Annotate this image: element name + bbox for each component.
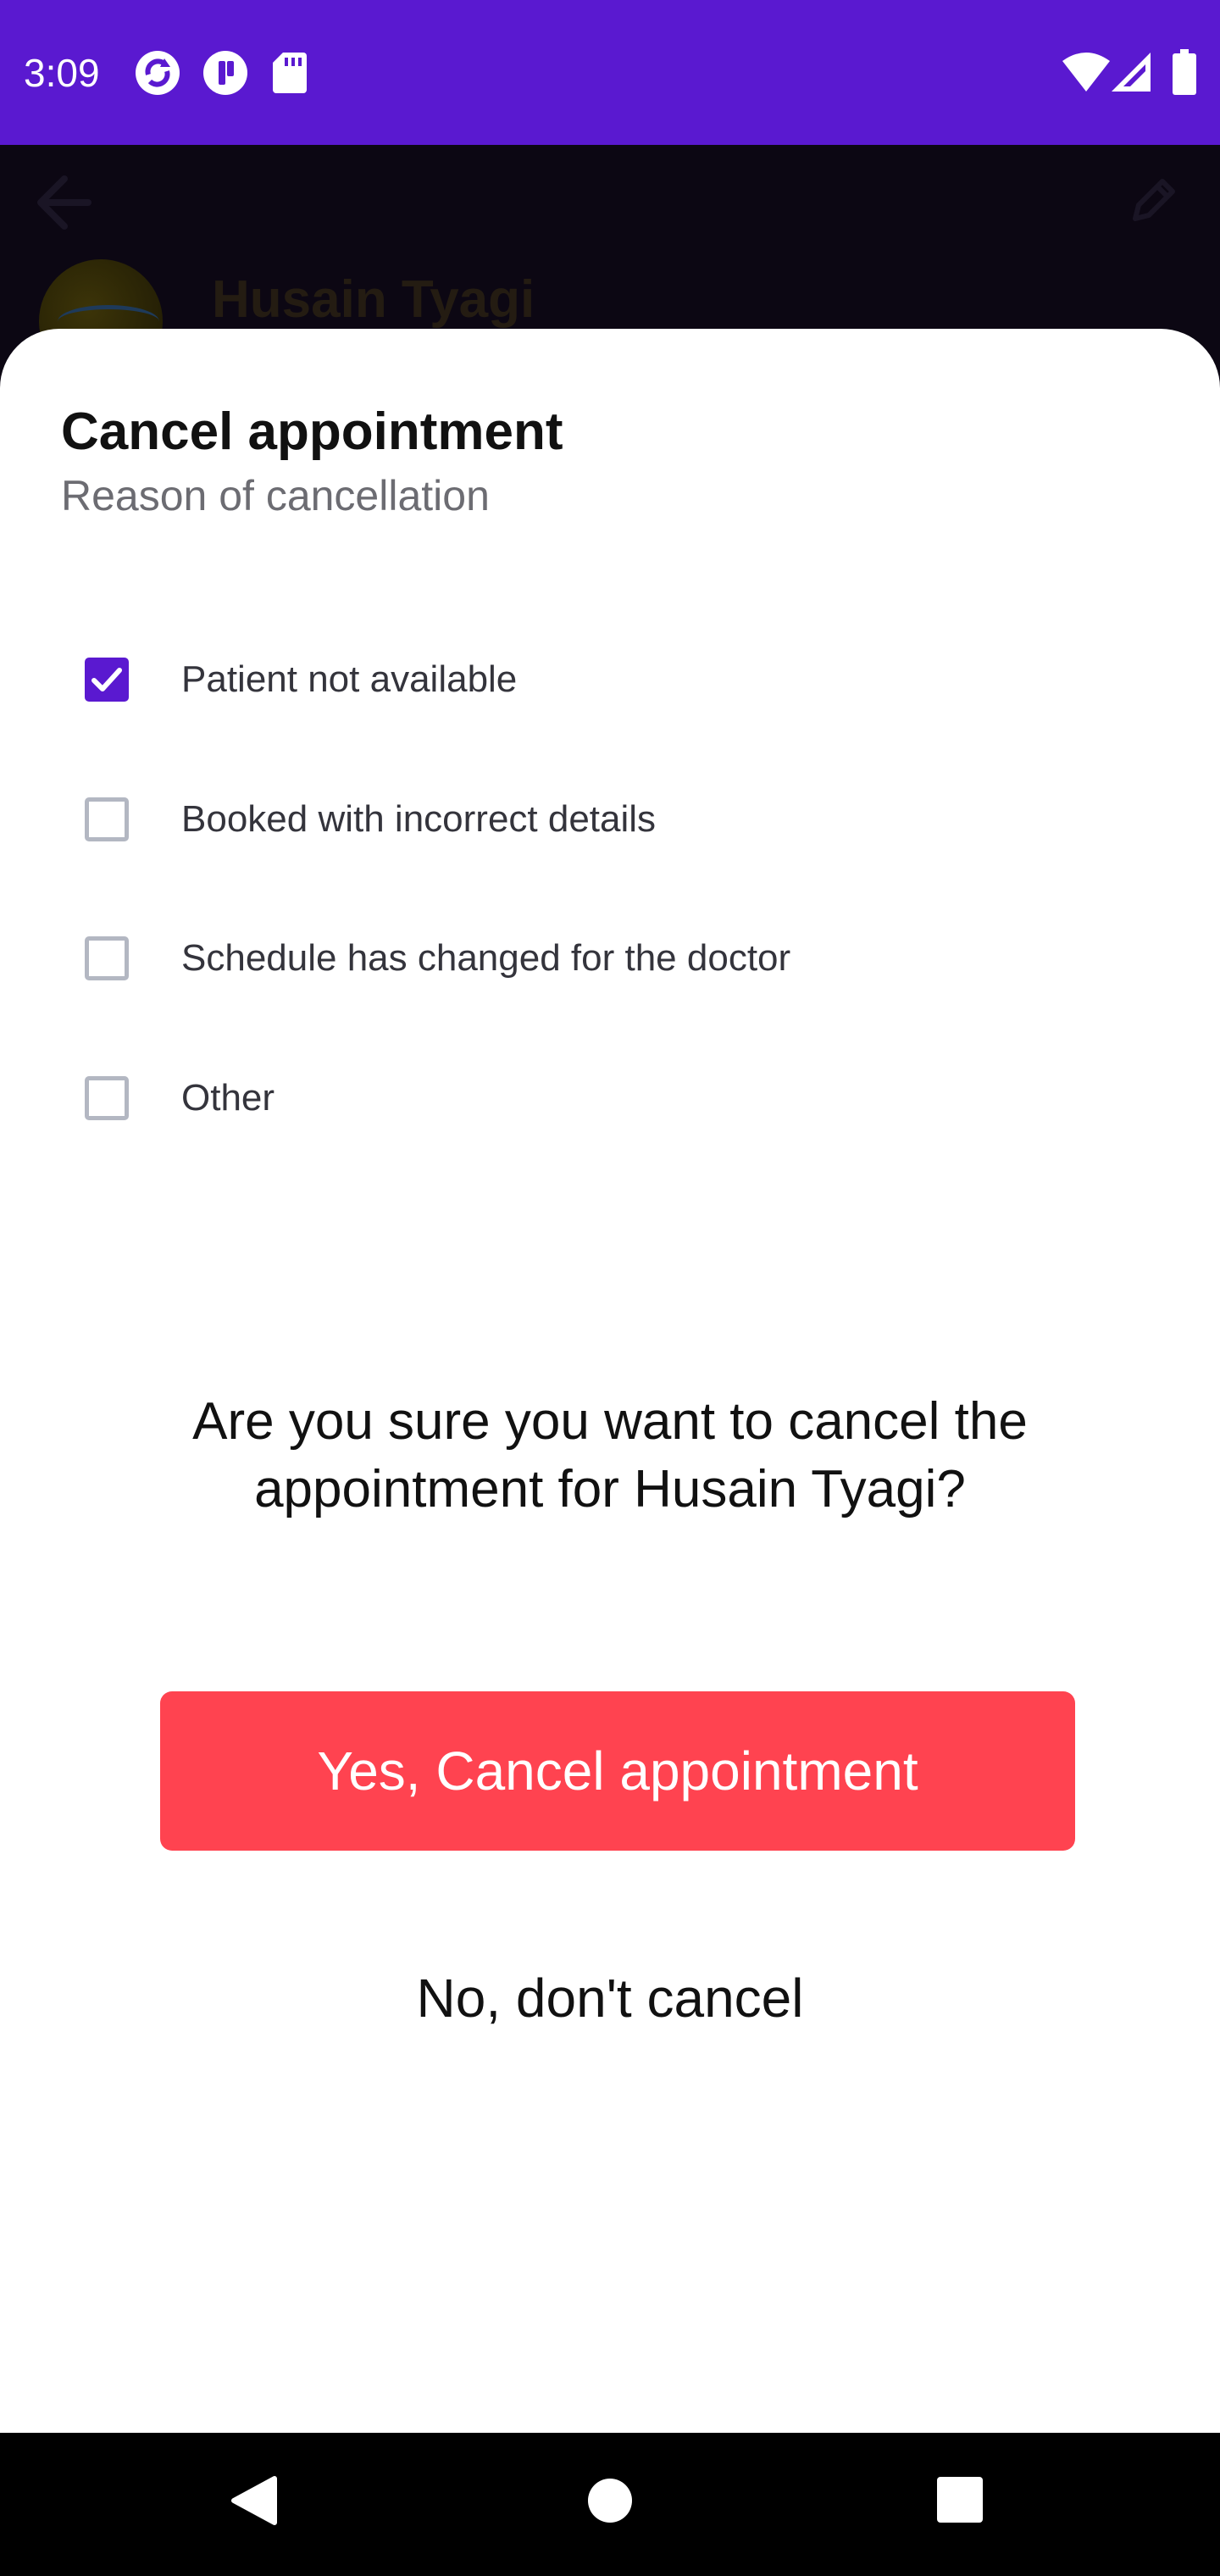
checkmark-icon — [92, 668, 122, 691]
sheet-title: Cancel appointment — [61, 402, 563, 461]
recents-icon[interactable] — [937, 2477, 983, 2523]
sheet-subtitle: Reason of cancellation — [61, 472, 490, 519]
background-patient-name: Husain Tyagi — [212, 270, 535, 329]
sync-icon — [136, 51, 180, 95]
edit-pencil-icon — [1133, 179, 1175, 221]
reason-option-patient-not-available[interactable]: Patient not available — [59, 632, 1161, 734]
sd-card-icon — [273, 53, 307, 93]
reason-option-other[interactable]: Other — [59, 1051, 1161, 1152]
reason-option-schedule-changed[interactable]: Schedule has changed for the doctor — [59, 911, 1161, 1013]
reason-label: Other — [181, 1077, 275, 1119]
checkbox-icon[interactable] — [85, 936, 129, 980]
wifi-icon — [1062, 53, 1110, 92]
battery-icon — [1173, 49, 1196, 95]
yes-cancel-button[interactable]: Yes, Cancel appointment — [160, 1691, 1075, 1851]
reason-option-incorrect-details[interactable]: Booked with incorrect details — [59, 772, 1161, 874]
confirm-message: Are you sure you want to cancel the appo… — [192, 1392, 1028, 1518]
back-arrow-icon — [37, 175, 92, 230]
no-dont-cancel-button[interactable]: No, don't cancel — [313, 1947, 907, 2049]
pocket-icon — [203, 51, 247, 95]
signal-icon — [1112, 53, 1151, 92]
back-icon[interactable] — [230, 2475, 278, 2526]
checkbox-icon[interactable] — [85, 1076, 129, 1120]
reason-label: Patient not available — [181, 658, 518, 700]
cancel-appointment-sheet: Cancel appointment Reason of cancellatio… — [0, 329, 1220, 2433]
navigation-bar — [0, 2433, 1220, 2576]
status-time: 3:09 — [24, 51, 100, 95]
checkbox-icon[interactable] — [85, 797, 129, 841]
checkbox-icon[interactable] — [85, 658, 129, 702]
status-bar: 3:09 — [0, 0, 1220, 145]
reason-label: Schedule has changed for the doctor — [181, 937, 791, 979]
reason-label: Booked with incorrect details — [181, 798, 657, 840]
home-icon[interactable] — [586, 2477, 634, 2524]
